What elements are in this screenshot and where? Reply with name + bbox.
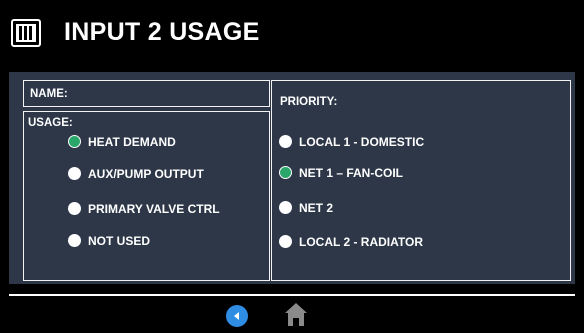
radio-unselected-icon [68, 202, 81, 215]
wm-logo-icon [11, 19, 41, 47]
name-field[interactable]: NAME: [23, 80, 270, 107]
page-title: INPUT 2 USAGE [64, 18, 260, 46]
priority-option-label: LOCAL 1 - DOMESTIC [299, 135, 425, 149]
radio-selected-icon [68, 135, 81, 148]
home-button[interactable] [284, 301, 308, 327]
usage-label: USAGE: [28, 117, 73, 129]
radio-selected-icon [279, 166, 292, 179]
radio-unselected-icon [68, 167, 81, 180]
priority-option-label: LOCAL 2 - RADIATOR [299, 235, 424, 249]
usage-option-label: PRIMARY VALVE CTRL [88, 202, 220, 216]
radio-unselected-icon [279, 235, 292, 248]
header: INPUT 2 USAGE [0, 0, 584, 64]
priority-option-label: NET 2 [299, 201, 334, 215]
settings-area: NAME: USAGE: HEAT DEMAND AUX/PUMP OUTPUT… [9, 72, 575, 284]
name-label: NAME: [30, 88, 68, 100]
priority-panel: PRIORITY: LOCAL 1 - DOMESTIC NET 1 – FAN… [271, 80, 571, 281]
usage-option-label: HEAT DEMAND [88, 135, 176, 149]
radio-unselected-icon [68, 234, 81, 247]
priority-option-label: NET 1 – FAN-COIL [299, 166, 404, 180]
radio-unselected-icon [279, 135, 292, 148]
footer-divider [9, 294, 575, 296]
usage-option-label: NOT USED [88, 234, 151, 248]
radio-unselected-icon [279, 201, 292, 214]
back-arrow-icon [234, 312, 239, 320]
usage-panel: USAGE: HEAT DEMAND AUX/PUMP OUTPUT PRIMA… [23, 111, 270, 281]
home-icon [285, 303, 307, 326]
back-button[interactable] [226, 305, 248, 327]
usage-option-label: AUX/PUMP OUTPUT [88, 167, 204, 181]
priority-label: PRIORITY: [280, 96, 338, 108]
